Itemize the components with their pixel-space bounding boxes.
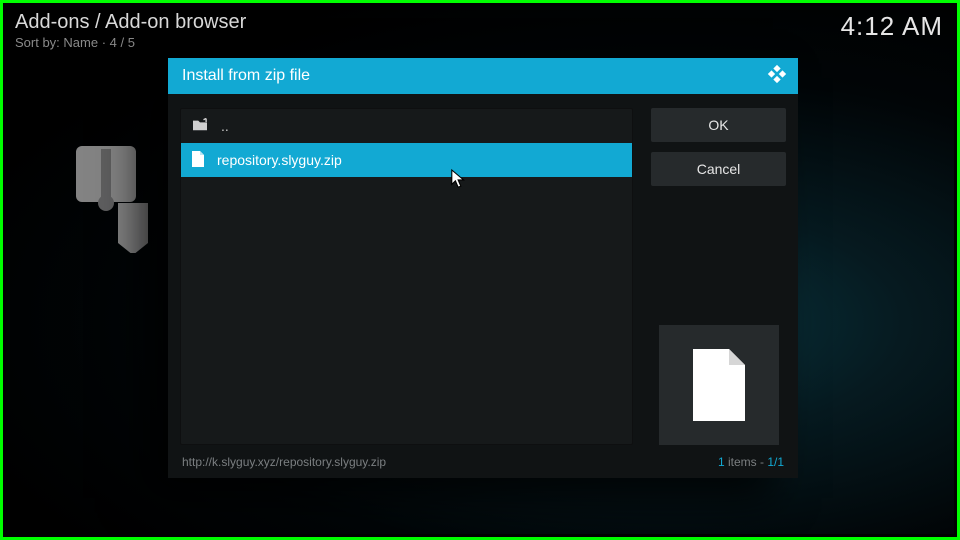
dialog-title: Install from zip file <box>182 67 310 85</box>
parent-directory-row[interactable]: .. <box>181 109 632 143</box>
file-browser-pane: .. repository.slyguy.zip <box>180 108 633 445</box>
file-preview <box>659 325 779 445</box>
sort-label: Sort by: <box>15 35 63 50</box>
file-icon <box>689 349 749 421</box>
ok-button[interactable]: OK <box>651 108 786 142</box>
folder-up-icon <box>191 118 209 135</box>
sort-indicator: Sort by: Name · 4 / 5 <box>15 35 246 50</box>
parent-directory-label: .. <box>221 118 229 134</box>
breadcrumb: Add-ons / Add-on browser <box>15 11 246 34</box>
file-row-repository-slyguy[interactable]: repository.slyguy.zip <box>181 143 632 177</box>
sort-value: Name <box>63 35 98 50</box>
clock: 4:12 AM <box>841 11 943 42</box>
file-row-label: repository.slyguy.zip <box>217 152 342 168</box>
footer-count-word: items - <box>725 455 768 469</box>
kodi-logo-icon <box>766 63 788 90</box>
install-from-zip-dialog: Install from zip file .. repository.slyg… <box>168 58 798 478</box>
zip-artwork <box>73 143 163 253</box>
footer-path: http://k.slyguy.xyz/repository.slyguy.zi… <box>182 455 386 469</box>
cancel-button[interactable]: Cancel <box>651 152 786 186</box>
dialog-titlebar: Install from zip file <box>168 58 798 94</box>
footer-item-count: 1 items - 1/1 <box>718 455 784 469</box>
footer-count-position: 1/1 <box>767 455 784 469</box>
sort-separator: · <box>98 35 110 50</box>
page-indicator: 4 / 5 <box>110 35 135 50</box>
footer-count-number: 1 <box>718 455 725 469</box>
file-icon <box>191 151 205 170</box>
